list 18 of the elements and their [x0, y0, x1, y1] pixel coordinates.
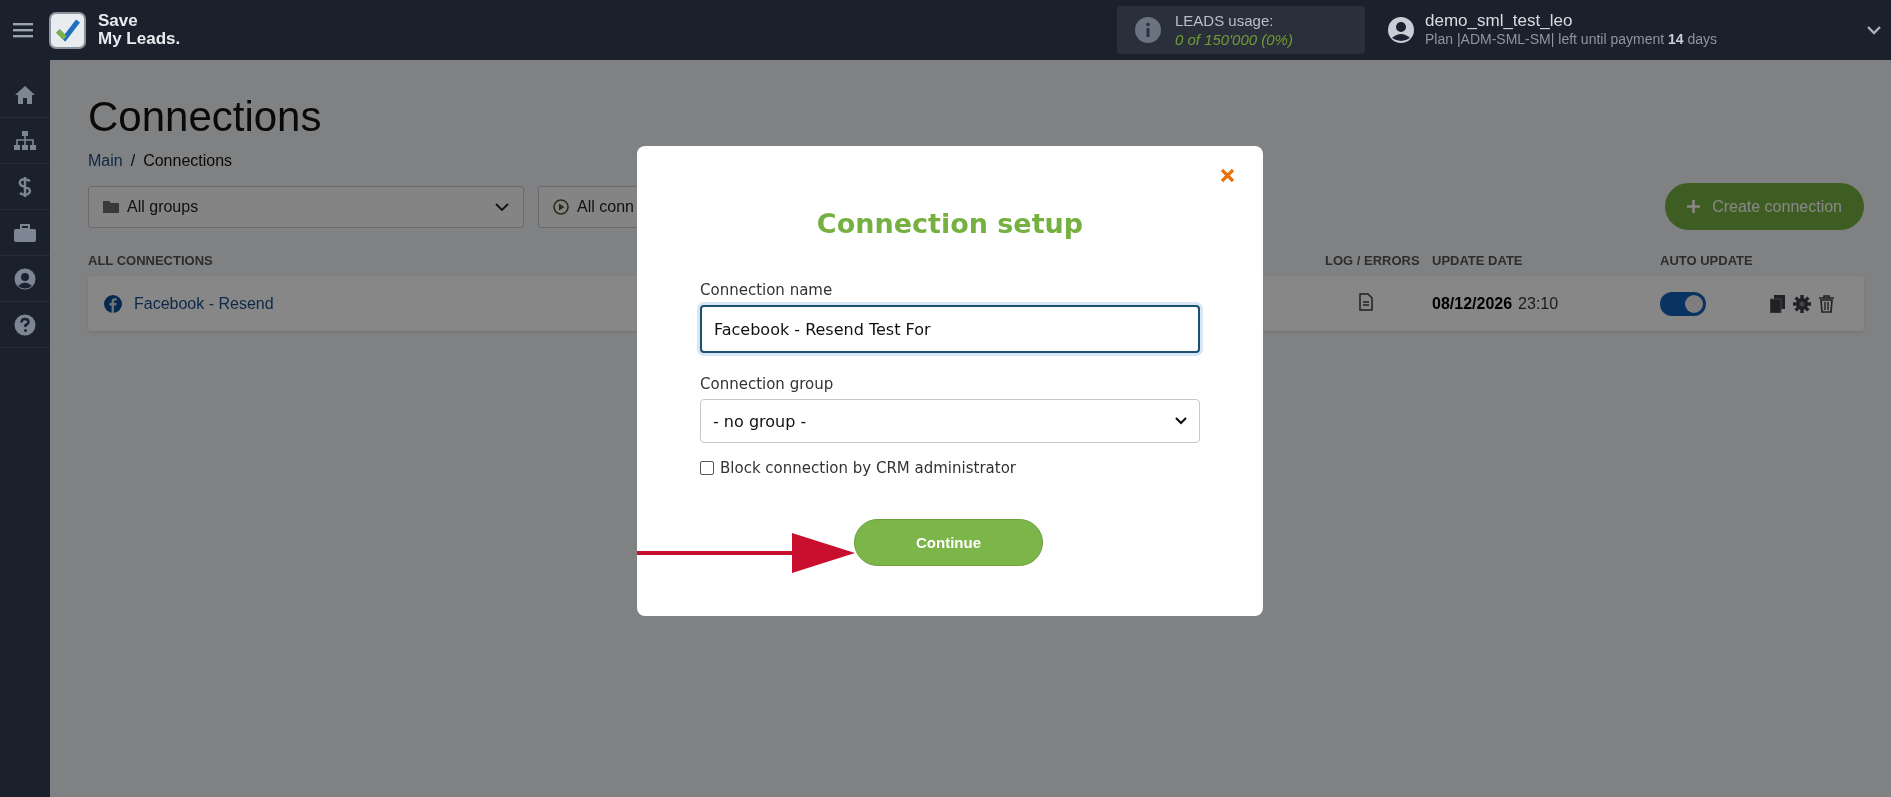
- plan-text: Plan |ADM-SML-SM| left until payment 14 days: [1425, 30, 1718, 49]
- field-label: Connection name: [700, 281, 834, 299]
- column-header: AUTO UPDATE: [1660, 252, 1754, 268]
- column-header: UPDATE DATE: [1432, 252, 1524, 268]
- usage-label: LEADS usage:: [1175, 11, 1275, 30]
- update-time: 23:10: [1518, 294, 1559, 313]
- page-title: Connections: [88, 96, 323, 138]
- column-header: LOG / ERRORS: [1325, 252, 1421, 268]
- update-date: 08/12/2026: [1432, 294, 1513, 313]
- logo-text: Save: [98, 12, 139, 30]
- dialog-title: Connection setup: [815, 208, 1085, 239]
- logo-text: My Leads.: [98, 30, 181, 48]
- column-header: ALL CONNECTIONS: [88, 252, 214, 268]
- checkbox-label: Block connection by CRM administrator: [720, 459, 1016, 477]
- breadcrumb-current: Connections: [143, 152, 233, 170]
- breadcrumb-separator: /: [130, 152, 136, 170]
- field-label: Connection group: [700, 375, 835, 393]
- usage-value: 0 of 150'000 (0%): [1175, 30, 1293, 49]
